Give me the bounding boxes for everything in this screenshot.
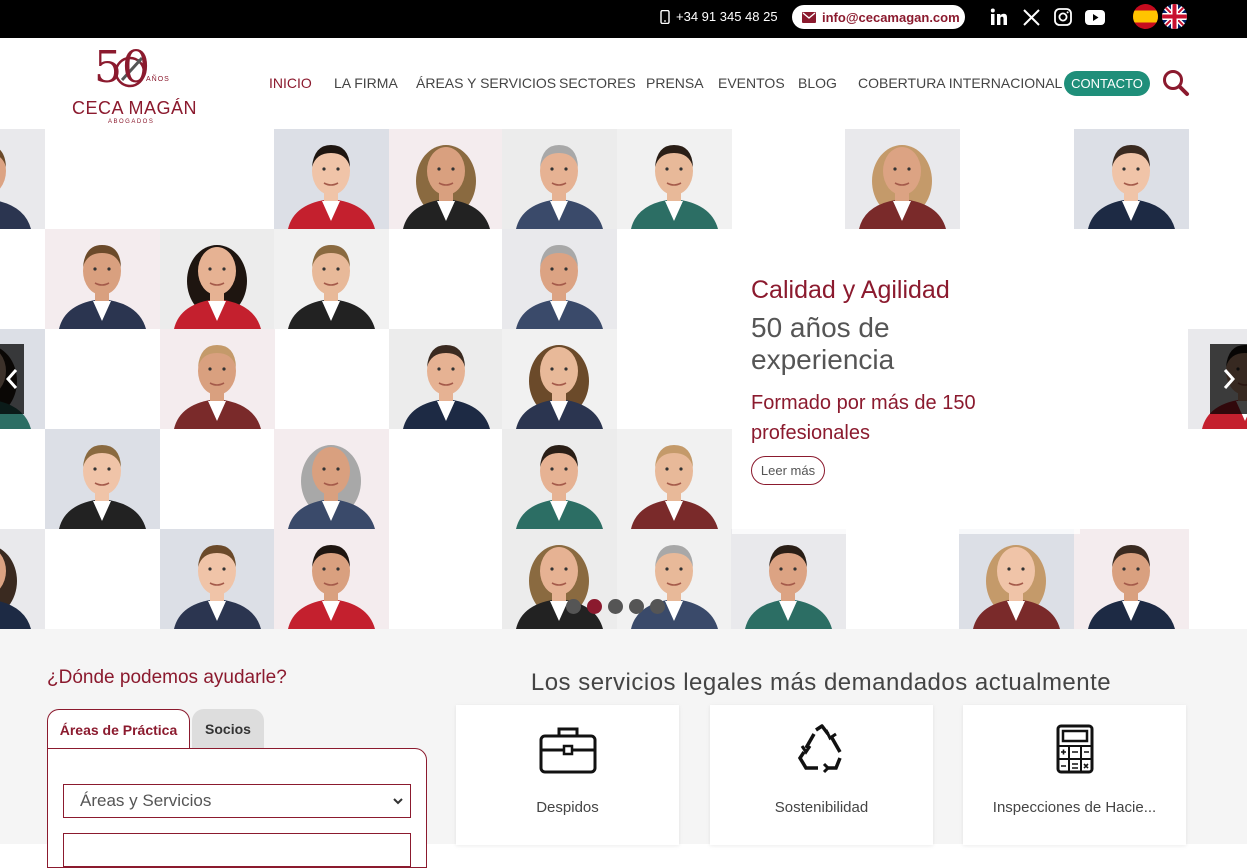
- hero-description: Formado por más de 150 profesionales: [751, 392, 976, 444]
- nav-item-cobertura-internacional[interactable]: COBERTURA INTERNACIONAL: [858, 75, 1062, 91]
- nav-item-sectores[interactable]: SECTORES: [559, 75, 636, 91]
- portrait-tile: [502, 329, 617, 429]
- hero-title: Calidad y Agilidad: [751, 276, 950, 304]
- slide-dot-4[interactable]: [629, 599, 644, 614]
- nav-item-prensa[interactable]: PRENSA: [646, 75, 704, 91]
- portrait-tile: [617, 529, 732, 629]
- service-card-label: Despidos: [536, 799, 599, 816]
- portrait-tile: [617, 129, 732, 229]
- portrait-tile: [160, 329, 275, 429]
- top-bar: +34 91 345 48 25 info@cecamagan.com: [0, 0, 1247, 38]
- phone-link[interactable]: +34 91 345 48 25: [660, 9, 778, 24]
- portrait-tile: [274, 529, 389, 629]
- portrait-tile: [274, 129, 389, 229]
- lower-section: ¿Dónde podemos ayudarle? Áreas de Prácti…: [0, 629, 1247, 868]
- hero-caption-backdrop: [732, 229, 1080, 534]
- instagram-icon[interactable]: [1053, 7, 1073, 27]
- services-title: Los servicios legales más demandados act…: [530, 669, 1112, 696]
- portrait-tile: [502, 229, 617, 329]
- main-header: 50 AÑOS CECA MAGÁN ABOGADOS INICIO LA FI…: [0, 38, 1247, 129]
- service-card-despidos[interactable]: Despidos: [456, 705, 679, 845]
- portrait-tile: [502, 429, 617, 529]
- portrait-tile: [617, 429, 732, 529]
- hero-slider: Calidad y Agilidad 50 años de experienci…: [0, 129, 1247, 629]
- briefcase-icon: [538, 723, 598, 775]
- email-link[interactable]: info@cecamagan.com: [792, 5, 965, 29]
- service-card-label: Sostenibilidad: [774, 799, 869, 816]
- service-card-inspecciones[interactable]: Inspecciones de Hacie...: [963, 705, 1186, 845]
- tab-areas-de-practica[interactable]: Áreas de Práctica: [47, 709, 190, 749]
- portrait-tile: [502, 129, 617, 229]
- portrait-tile: [45, 229, 160, 329]
- recycle-icon: [792, 723, 852, 775]
- portrait-tile: [274, 229, 389, 329]
- email-address: info@cecamagan.com: [822, 9, 960, 25]
- slide-dot-5[interactable]: [650, 599, 665, 614]
- nav-item-la-firma[interactable]: LA FIRMA: [334, 75, 398, 91]
- youtube-icon[interactable]: [1085, 7, 1105, 27]
- logo-name: CECA MAGÁN: [72, 98, 198, 118]
- help-title: ¿Dónde podemos ayudarle?: [47, 667, 287, 688]
- nav-item-inicio[interactable]: INICIO: [269, 75, 312, 91]
- contact-button[interactable]: CONTACTO: [1064, 71, 1150, 96]
- chevron-right-icon: [1223, 369, 1235, 389]
- chevron-down-icon: [393, 798, 403, 805]
- logo-number: 50: [94, 42, 150, 93]
- portrait-tile: [0, 529, 45, 629]
- secondary-field[interactable]: [63, 833, 411, 867]
- next-slide-button[interactable]: [1210, 344, 1247, 414]
- slide-pagination: [566, 599, 665, 614]
- chevron-left-icon: [6, 369, 18, 389]
- slide-dot-2[interactable]: [587, 599, 602, 614]
- hero-subtitle: 50 años de experiencia: [751, 312, 895, 375]
- linkedin-icon[interactable]: [989, 7, 1009, 27]
- english-flag-icon[interactable]: [1162, 4, 1187, 29]
- portrait-tile: [1074, 129, 1189, 229]
- logo-anos: AÑOS: [146, 76, 170, 83]
- portrait-tile: [845, 129, 960, 229]
- nav-item-eventos[interactable]: EVENTOS: [718, 75, 785, 91]
- service-card-label: Inspecciones de Hacie...: [992, 799, 1157, 816]
- portrait-tile: [274, 429, 389, 529]
- portrait-tile: [959, 529, 1074, 629]
- areas-select-value: Áreas y Servicios: [80, 791, 212, 810]
- portrait-tile: [160, 229, 275, 329]
- phone-icon: [660, 9, 670, 24]
- nav-item-blog[interactable]: BLOG: [798, 75, 837, 91]
- search-panel: Áreas y Servicios: [47, 748, 427, 868]
- portrait-tile: [502, 529, 617, 629]
- logo-subtitle: ABOGADOS: [108, 119, 155, 125]
- portrait-tile: [160, 529, 275, 629]
- phone-number: +34 91 345 48 25: [676, 9, 778, 24]
- portrait-tile: [45, 429, 160, 529]
- x-icon[interactable]: [1021, 7, 1041, 27]
- envelope-icon: [802, 11, 816, 23]
- read-more-button[interactable]: Leer más: [751, 456, 825, 485]
- calculator-icon: [1045, 723, 1105, 775]
- portrait-tile: [0, 129, 45, 229]
- logo[interactable]: 50 AÑOS CECA MAGÁN ABOGADOS: [72, 42, 198, 126]
- portrait-tile: [1074, 529, 1189, 629]
- areas-select[interactable]: Áreas y Servicios: [63, 784, 411, 818]
- service-card-sostenibilidad[interactable]: Sostenibilidad: [710, 705, 933, 845]
- portrait-tile: [389, 129, 504, 229]
- prev-slide-button[interactable]: [0, 344, 24, 414]
- slide-dot-1[interactable]: [566, 599, 581, 614]
- portrait-tile: [389, 329, 504, 429]
- portrait-tile: [731, 529, 846, 629]
- tab-socios[interactable]: Socios: [192, 709, 264, 749]
- spanish-flag-icon[interactable]: [1133, 4, 1158, 29]
- nav-item-areas-y-servicios[interactable]: ÁREAS Y SERVICIOS: [416, 75, 556, 91]
- slide-dot-3[interactable]: [608, 599, 623, 614]
- search-icon[interactable]: [1162, 69, 1190, 97]
